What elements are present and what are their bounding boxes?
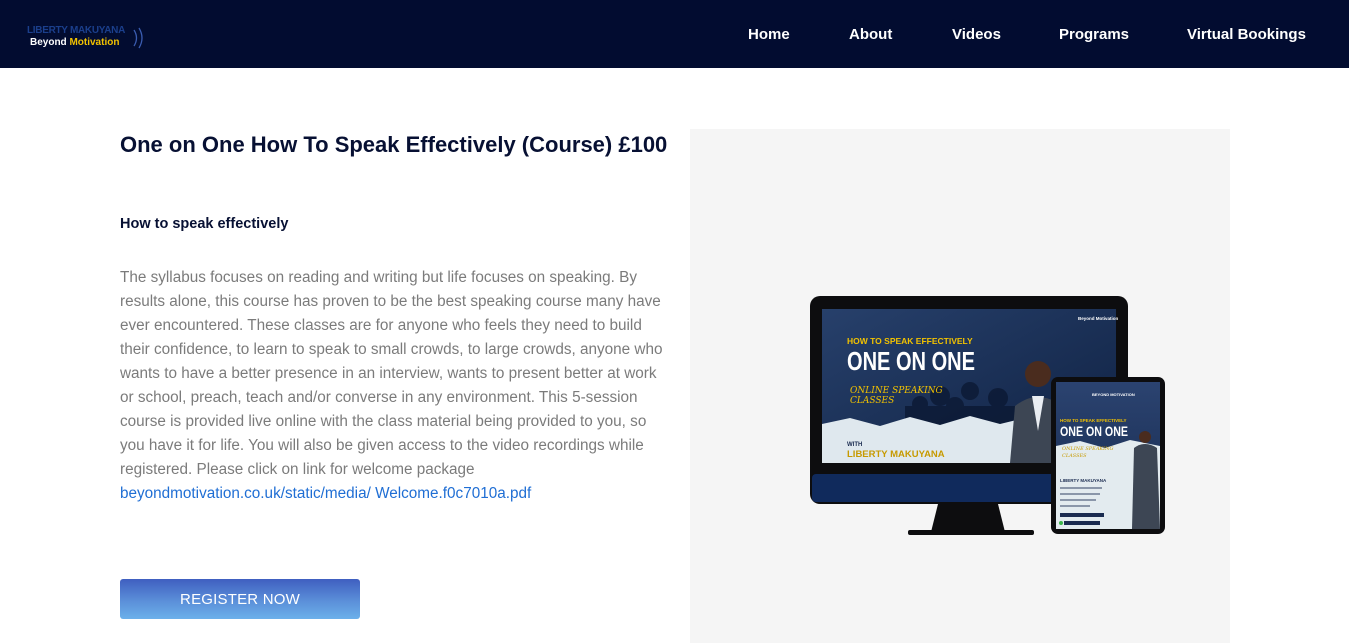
device-mockup-image: Beyond Motivation HOW TO SPEAK EFFECTIVE… — [810, 296, 1165, 535]
course-description-text: The syllabus focuses on reading and writ… — [120, 269, 663, 478]
tablet-tagline-line2: CLASSES — [1062, 453, 1087, 459]
course-description: The syllabus focuses on reading and writ… — [120, 266, 665, 506]
tablet-brand: BEYOND MOTIVATION — [1092, 392, 1135, 397]
sound-wave-icon — [133, 27, 143, 49]
promo-tagline-line2: CLASSES — [850, 396, 894, 406]
tablet-name: LIBERTY MAKUYANA — [1060, 478, 1107, 483]
nav-link-virtual-bookings[interactable]: Virtual Bookings — [1187, 25, 1306, 45]
tablet-tagline-line1: ONLINE SPEAKING — [1062, 446, 1114, 452]
nav-link-videos[interactable]: Videos — [952, 25, 1001, 45]
logo-subtitle: Beyond Motivation — [30, 37, 120, 48]
nav-link-home[interactable]: Home — [748, 25, 790, 45]
course-image-panel: Beyond Motivation HOW TO SPEAK EFFECTIVE… — [690, 129, 1230, 643]
promo-headline-big: ONE ON ONE — [847, 346, 975, 376]
promo-brand: Beyond Motivation — [1078, 316, 1119, 321]
course-subtitle: How to speak effectively — [120, 216, 289, 232]
promo-headline-small: HOW TO SPEAK EFFECTIVELY — [847, 336, 973, 346]
promo-tagline-line1: ONLINE SPEAKING — [850, 386, 943, 396]
promo-with: WITH — [847, 442, 862, 448]
nav-link-programs[interactable]: Programs — [1059, 25, 1129, 45]
welcome-package-link[interactable]: beyondmotivation.co.uk/static/media/ Wel… — [120, 485, 531, 502]
tablet-headline-big: ONE ON ONE — [1060, 423, 1128, 439]
site-logo[interactable]: LIBERTY MAKUYANA Beyond Motivation — [27, 23, 152, 53]
promo-name: LIBERTY MAKUYANA — [847, 449, 945, 460]
register-now-button[interactable]: REGISTER NOW — [120, 579, 360, 619]
navbar: LIBERTY MAKUYANA Beyond Motivation Home … — [0, 0, 1349, 68]
nav-link-about[interactable]: About — [849, 25, 892, 45]
course-title: One on One How To Speak Effectively (Cou… — [120, 132, 668, 157]
logo-title: LIBERTY MAKUYANA — [27, 25, 125, 36]
